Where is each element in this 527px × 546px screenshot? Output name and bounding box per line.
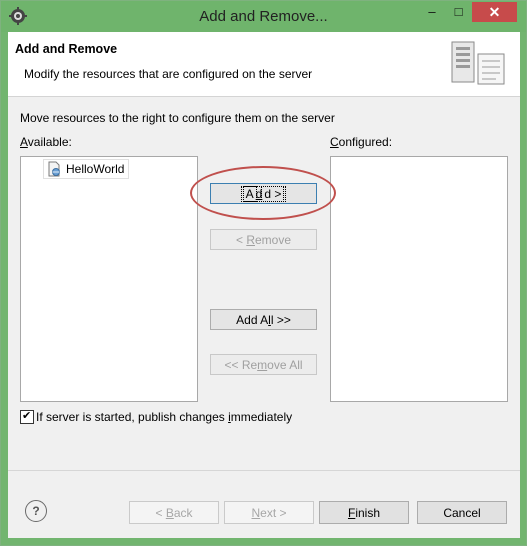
wizard-header: Add and Remove Modify the resources that…	[8, 32, 520, 97]
finish-button[interactable]: Finish	[319, 501, 409, 524]
publish-checkbox[interactable]: ✔	[20, 410, 34, 424]
add-all-button[interactable]: Add All >>	[210, 309, 317, 330]
server-wizard-icon	[451, 41, 505, 85]
list-item-label: HelloWorld	[66, 162, 125, 176]
web-project-icon	[48, 161, 60, 177]
checkmark-icon: ✔	[22, 410, 32, 422]
cancel-button[interactable]: Cancel	[417, 501, 507, 524]
footer-separator	[8, 470, 520, 471]
dialog-content: Add and Remove Modify the resources that…	[8, 32, 520, 538]
remove-all-button[interactable]: << Remove All	[210, 354, 317, 375]
next-button[interactable]: Next >	[224, 501, 314, 524]
instruction-message: Move resources to the right to configure…	[20, 111, 335, 125]
close-button[interactable]: ✕	[472, 2, 517, 22]
back-button[interactable]: < Back	[129, 501, 219, 524]
remove-button[interactable]: < Remove	[210, 229, 317, 250]
configured-label: Configured:	[330, 135, 393, 149]
maximize-button[interactable]: □	[445, 1, 472, 22]
highlight-ellipse	[190, 166, 336, 220]
available-list[interactable]: HelloWorld	[20, 156, 198, 402]
list-item-helloworld[interactable]: HelloWorld	[43, 159, 130, 179]
minimize-button[interactable]: –	[419, 1, 445, 22]
available-label: Available:	[20, 135, 72, 149]
title-bar[interactable]: Add and Remove... – □ ✕	[1, 1, 526, 32]
configured-list[interactable]	[330, 156, 508, 402]
help-icon[interactable]: ?	[25, 500, 47, 522]
header-title: Add and Remove	[15, 42, 118, 56]
dialog-window: Add and Remove... – □ ✕ Add and Remove M…	[0, 0, 527, 546]
publish-checkbox-label[interactable]: If server is started, publish changes im…	[36, 410, 292, 424]
header-description: Modify the resources that are configured…	[24, 67, 313, 81]
